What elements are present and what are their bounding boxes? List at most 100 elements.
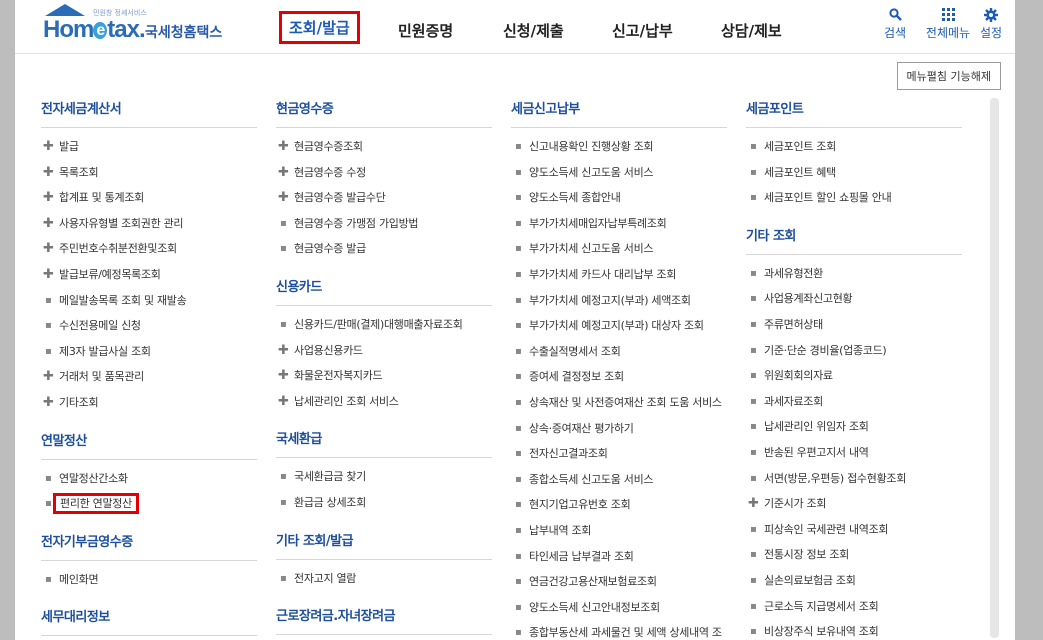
menu-item[interactable]: ✚ 사용자유형별 조회권한 관리 [41, 211, 257, 237]
menu-item[interactable]: ▪ 반송된 우편고지서 내역 [746, 440, 962, 466]
menu-item[interactable]: ▪ 편리한 연말정산 [41, 491, 257, 517]
menu-item[interactable]: ▪ 현지기업고유번호 조회 [511, 492, 727, 518]
menu-item[interactable]: ▪ 양도소득세 신고도움 서비스 [511, 160, 727, 186]
menu-item[interactable]: ▪ 양도소득세 종합안내 [511, 185, 727, 211]
menu-item[interactable]: ▪ 환급금 상세조회 [276, 490, 492, 516]
menu-section-title[interactable]: 현금영수증 [276, 98, 492, 128]
menu-item[interactable]: ▪ 현금영수증 발급 [276, 236, 492, 262]
menu-item[interactable]: ▪ 상속재산 및 사전증여재산 조회 도움 서비스 [511, 390, 727, 416]
menu-item-label: 근로소득 지급명세서 조회 [764, 599, 879, 613]
search-button[interactable]: 검색 [873, 8, 917, 41]
menu-item[interactable]: ▪ 서면(방문,우편등) 접수현황조회 [746, 466, 962, 492]
menu-item[interactable]: ▪ 현금영수증 가맹점 가입방법 [276, 211, 492, 237]
menu-item-label: 부가가치세 예정고지(부과) 세액조회 [529, 293, 691, 307]
menu-item[interactable]: ✚ 주민번호수취분전환및조회 [41, 236, 257, 262]
menu-item[interactable]: ▪ 전자고지 열람 [276, 566, 492, 592]
menu-item[interactable]: ✚ 기타조회 [41, 390, 257, 416]
menu-item[interactable]: ✚ 목록조회 [41, 160, 257, 186]
menu-item[interactable]: ▪ 부가가치세매입자납부특례조회 [511, 211, 727, 237]
menu-item[interactable]: ▪ 부가가치세 예정고지(부과) 대상자 조회 [511, 313, 727, 339]
menu-item[interactable]: ▪ 증여세 결정정보 조회 [511, 364, 727, 390]
menu-section-title[interactable]: 세무대리정보 [41, 606, 257, 637]
bullet-icon: ▪ [750, 395, 757, 407]
menu-item[interactable]: ▪ 부가가치세 카드사 대리납부 조회 [511, 262, 727, 288]
menu-item[interactable]: ✚ 기준시가 조회 [746, 491, 962, 517]
menu-item[interactable]: ▪ 국세환급금 찾기 [276, 464, 492, 490]
menu-item-label: 현금영수증 가맹점 가입방법 [294, 216, 419, 230]
menu-item[interactable]: ▪ 타인세금 납부결과 조회 [511, 544, 727, 570]
bullet-icon: ▪ [515, 448, 522, 460]
menu-item[interactable]: ▪ 과세유형전환 [746, 261, 962, 287]
nav-item-application[interactable]: 신청/제출 [503, 20, 564, 41]
menu-item[interactable]: ▪ 세금포인트 혜택 [746, 160, 962, 186]
menu-section-title[interactable]: 기타 조회 [746, 225, 962, 255]
menu-item[interactable]: ✚ 사업용신용카드 [276, 338, 492, 364]
menu-section-title[interactable]: 국세환급 [276, 428, 492, 459]
nav-item-consult[interactable]: 상담/제보 [721, 20, 782, 41]
menu-item[interactable]: ✚ 납세관리인 조회 서비스 [276, 389, 492, 415]
menu-item[interactable]: ▪ 전자신고결과조회 [511, 441, 727, 467]
menu-item[interactable]: ▪ 수출실적명세서 조회 [511, 339, 727, 365]
scrollbar[interactable] [990, 98, 999, 638]
menu-item[interactable]: ▪ 주류면허상태 [746, 312, 962, 338]
settings-button[interactable]: 설정 [971, 8, 1011, 41]
menu-item[interactable]: ▪ 신용카드/판매(결제)대행매출자료조회 [276, 312, 492, 338]
menu-item[interactable]: ▪ 위원회회의자료 [746, 363, 962, 389]
menu-item[interactable]: ▪ 비상장주식 보유내역 조회 [746, 619, 962, 640]
menu-item[interactable]: ▪ 사업용계좌신고현황 [746, 286, 962, 312]
menu-list: ▪ 메인화면 [41, 567, 257, 593]
menu-item[interactable]: ▪ 메일발송목록 조회 및 재발송 [41, 288, 257, 314]
menu-section-title[interactable]: 전자기부금영수증 [41, 531, 257, 561]
nav-item-inquiry[interactable]: 조회/발급 [279, 11, 360, 44]
menu-section-title[interactable]: 전자세금계산서 [41, 98, 257, 128]
menu-item[interactable]: ▪ 연말정산간소화 [41, 466, 257, 492]
menu-item[interactable]: ▪ 납부내역 조회 [511, 518, 727, 544]
nav-item-report-pay[interactable]: 신고/납부 [612, 20, 673, 41]
menu-item[interactable]: ▪ 수신전용메일 신청 [41, 313, 257, 339]
menu-item[interactable]: ✚ 발급보류/예정목록조회 [41, 262, 257, 288]
menu-item[interactable]: ▪ 종합소득세 신고도움 서비스 [511, 467, 727, 493]
all-menu-button[interactable]: 전체메뉴 [925, 8, 971, 41]
menu-item[interactable]: ▪ 제3자 발급사실 조회 [41, 339, 257, 365]
bullet-icon: ▪ [45, 498, 52, 510]
menu-item[interactable]: ✚ 발급 [41, 134, 257, 160]
menu-item-label: 합계표 및 통계조회 [59, 191, 144, 205]
menu-item-label: 부가가치세 예정고지(부과) 대상자 조회 [529, 319, 704, 333]
menu-section-title[interactable]: 기타 조회/발급 [276, 530, 492, 560]
menu-item[interactable]: ✚ 거래처 및 품목관리 [41, 364, 257, 390]
menu-item[interactable]: ✚ 현금영수증 수정 [276, 160, 492, 186]
menu-item[interactable]: ▪ 종합부동산세 과세물건 및 세액 상세내역 조 [511, 620, 727, 640]
menu-item[interactable]: ✚ 현금영수증조회 [276, 134, 492, 160]
menu-item-label: 증여세 결정정보 조회 [529, 370, 624, 384]
menu-section-title[interactable]: 신용카드 [276, 276, 492, 306]
expand-plus-icon: ✚ [43, 241, 54, 257]
menu-item[interactable]: ▪ 전통시장 정보 조회 [746, 542, 962, 568]
menu-item[interactable]: ▪ 세금포인트 조회 [746, 134, 962, 160]
menu-section-title[interactable]: 세금신고납부 [511, 98, 727, 128]
nav-item-certificate[interactable]: 민원증명 [398, 20, 453, 41]
menu-item[interactable]: ✚ 화물운전자복지카드 [276, 363, 492, 389]
menu-item[interactable]: ▪ 과세자료조회 [746, 389, 962, 415]
menu-item[interactable]: ▪ 실손의료보험금 조회 [746, 568, 962, 594]
menu-list: ✚ 현금영수증조회 ✚ 현금영수증 수정 ✚ 현금영수증 발급수단 ▪ 현금영수증 가맹점 가… [276, 134, 492, 262]
hometax-logo[interactable]: 민원창 정세서비스 Hom e tax. 국세청홈택스 [43, 4, 233, 44]
menu-section-title[interactable]: 근로장려금.자녀장려금 [276, 605, 492, 636]
menu-item[interactable]: ▪ 상속·증여재산 평가하기 [511, 416, 727, 442]
menu-item[interactable]: ▪ 세금포인트 할인 쇼핑몰 안내 [746, 185, 962, 211]
menu-item[interactable]: ▪ 연금건강고용산재보험료조회 [511, 569, 727, 595]
menu-item[interactable]: ✚ 합계표 및 통계조회 [41, 185, 257, 211]
menu-item[interactable]: ▪ 신고내용확인 진행상황 조회 [511, 134, 727, 160]
menu-item[interactable]: ▪ 부가가치세 예정고지(부과) 세액조회 [511, 288, 727, 314]
menu-item[interactable]: ▪ 메인화면 [41, 567, 257, 593]
menu-expand-toggle-button[interactable]: 메뉴펼침 기능해제 [896, 62, 1001, 90]
menu-item[interactable]: ✚ 현금영수증 발급수단 [276, 185, 492, 211]
menu-section-title[interactable]: 연말정산 [41, 430, 257, 460]
menu-item-label-highlighted: 편리한 연말정산 [53, 493, 139, 515]
menu-section-title[interactable]: 세금포인트 [746, 98, 962, 128]
menu-item[interactable]: ▪ 피상속인 국세관련 내역조회 [746, 517, 962, 543]
menu-item[interactable]: ▪ 근로소득 지급명세서 조회 [746, 594, 962, 620]
menu-item[interactable]: ▪ 양도소득세 신고안내정보조회 [511, 595, 727, 621]
menu-item[interactable]: ▪ 기준·단순 경비율(업종코드) [746, 338, 962, 364]
menu-item[interactable]: ▪ 납세관리인 위임자 조회 [746, 414, 962, 440]
menu-item[interactable]: ▪ 부가가치세 신고도움 서비스 [511, 236, 727, 262]
